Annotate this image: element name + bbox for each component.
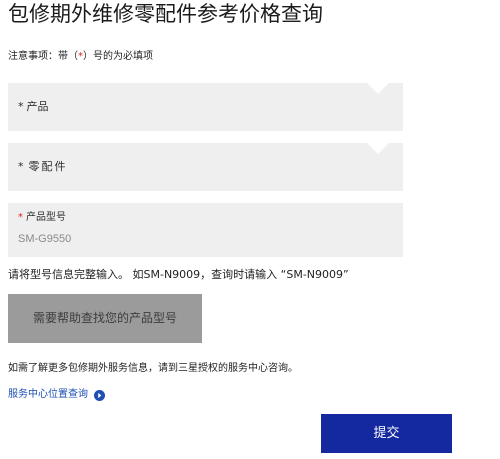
- part-label-text: 零配件: [28, 160, 68, 173]
- dropdown-notch-icon: [367, 83, 389, 94]
- required-notice: 注意事项：带（*）号的为必填项: [8, 50, 153, 64]
- service-info-text: 如需了解更多包修期外服务信息，请到三星授权的服务中心咨询。: [8, 363, 298, 374]
- required-mark: *: [18, 100, 24, 113]
- product-select-label: * 产品: [18, 83, 49, 131]
- required-mark: *: [18, 212, 23, 223]
- part-select-label: * 零配件: [18, 143, 68, 191]
- model-label-text: 产品型号: [26, 212, 66, 223]
- circle-arrow-right-icon: [94, 389, 105, 401]
- product-label-text: 产品: [26, 100, 49, 113]
- part-select[interactable]: * 零配件: [8, 143, 403, 191]
- product-select[interactable]: * 产品: [8, 83, 403, 131]
- notice-prefix: 注意事项：带（: [8, 51, 78, 62]
- dropdown-notch-icon: [367, 143, 389, 154]
- service-center-link-label: 服务中心位置查询: [8, 389, 88, 400]
- required-mark: *: [18, 160, 26, 173]
- model-field: * 产品型号: [8, 203, 403, 257]
- find-model-help-button[interactable]: 需要帮助查找您的产品型号: [8, 294, 202, 343]
- submit-button[interactable]: 提交: [321, 414, 452, 453]
- model-hint: 请将型号信息完整输入。 如SM-N9009，查询时请输入 “SM-N9009”: [8, 268, 349, 281]
- model-field-label: * 产品型号: [18, 211, 66, 225]
- page-title: 包修期外维修零配件参考价格查询: [8, 2, 323, 26]
- service-center-link[interactable]: 服务中心位置查询: [8, 387, 105, 403]
- model-input[interactable]: [18, 230, 388, 248]
- notice-suffix: ）号的为必填项: [83, 51, 153, 62]
